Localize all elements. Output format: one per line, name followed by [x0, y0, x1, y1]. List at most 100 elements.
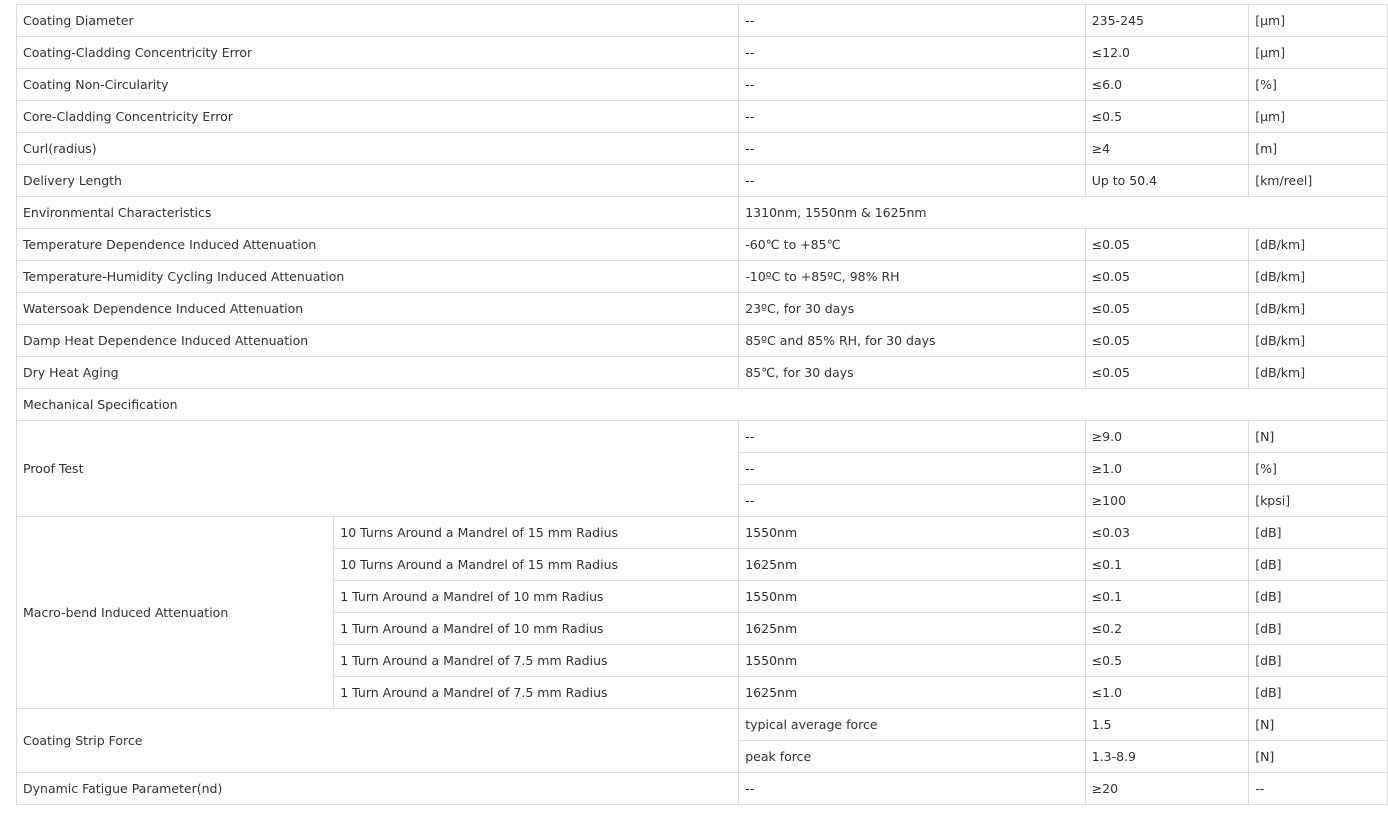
condition-cell: -60℃ to +85℃ — [738, 228, 1086, 261]
value-cell: ≥20 — [1084, 772, 1250, 805]
value-cell: ≤0.5 — [1084, 644, 1250, 677]
param-cell: Temperature Dependence Induced Attenuati… — [15, 228, 740, 261]
param-cell: Watersoak Dependence Induced Attenuation — [15, 292, 740, 325]
unit-cell: [μm] — [1248, 36, 1388, 69]
unit-cell: [kpsi] — [1248, 484, 1388, 517]
table-row: Coating-Cladding Concentricity Error -- … — [15, 36, 1388, 69]
table-row: Temperature-Humidity Cycling Induced Att… — [15, 260, 1388, 293]
param-cell: Coating Diameter — [15, 4, 740, 37]
unit-cell: [N] — [1248, 740, 1388, 773]
table-row: Dynamic Fatigue Parameter(nd) -- ≥20 -- — [15, 772, 1388, 805]
wavelengths-cell: 1310nm, 1550nm & 1625nm — [738, 196, 1388, 229]
value-cell: ≤12.0 — [1084, 36, 1250, 69]
condition-cell: -- — [738, 4, 1086, 37]
condition-cell: 1625nm — [738, 548, 1086, 581]
section-title: Environmental Characteristics — [15, 196, 740, 229]
value-cell: ≥9.0 — [1084, 420, 1250, 453]
unit-cell: [%] — [1248, 452, 1388, 485]
unit-cell: [km/reel] — [1248, 164, 1388, 197]
section-title: Mechanical Specification — [16, 388, 1388, 421]
unit-cell: [%] — [1248, 68, 1388, 101]
param-cell: Dry Heat Aging — [15, 356, 740, 389]
table-row: Delivery Length -- Up to 50.4 [km/reel] — [15, 164, 1388, 197]
value-cell: ≤0.1 — [1084, 548, 1250, 581]
unit-cell: [dB/km] — [1248, 292, 1388, 325]
value-cell: ≤0.05 — [1084, 356, 1250, 389]
value-cell: ≤0.03 — [1084, 516, 1250, 549]
condition-cell: -- — [738, 452, 1086, 485]
table-row: Temperature Dependence Induced Attenuati… — [15, 228, 1388, 261]
unit-cell: [N] — [1248, 708, 1388, 741]
unit-cell: [dB/km] — [1248, 260, 1388, 293]
value-cell: ≥100 — [1084, 484, 1250, 517]
condition-cell: -- — [738, 132, 1086, 165]
value-cell: ≥1.0 — [1084, 452, 1250, 485]
unit-cell: [μm] — [1248, 100, 1388, 133]
condition-cell: 1550nm — [738, 644, 1086, 677]
sub-param-cell: 1 Turn Around a Mandrel of 7.5 mm Radius — [333, 676, 740, 709]
unit-cell: [dB/km] — [1248, 228, 1388, 261]
page: Coating Diameter -- 235-245 [μm] Coating… — [0, 0, 1388, 823]
unit-cell: [m] — [1248, 132, 1388, 165]
condition-cell: peak force — [738, 740, 1086, 773]
param-cell: Coating-Cladding Concentricity Error — [15, 36, 740, 69]
unit-cell: [dB] — [1248, 644, 1388, 677]
sub-param-cell: 1 Turn Around a Mandrel of 10 mm Radius — [333, 580, 740, 613]
condition-cell: -- — [738, 68, 1086, 101]
table-row: Watersoak Dependence Induced Attenuation… — [15, 292, 1388, 325]
table-row: Coating Strip Force typical average forc… — [15, 708, 1388, 773]
value-cell: ≤0.05 — [1084, 324, 1250, 357]
table-row: Dry Heat Aging 85℃, for 30 days ≤0.05 [d… — [15, 356, 1388, 389]
value-cell: ≤6.0 — [1084, 68, 1250, 101]
unit-cell: [dB] — [1248, 580, 1388, 613]
param-cell-strip-force: Coating Strip Force — [15, 708, 740, 773]
sub-param-cell: 10 Turns Around a Mandrel of 15 mm Radiu… — [333, 548, 740, 581]
table-row: Damp Heat Dependence Induced Attenuation… — [15, 324, 1388, 357]
unit-cell: [dB] — [1248, 612, 1388, 645]
spec-table: Coating Diameter -- 235-245 [μm] Coating… — [15, 4, 1388, 805]
param-cell: Temperature-Humidity Cycling Induced Att… — [15, 260, 740, 293]
value-cell: ≤0.05 — [1084, 260, 1250, 293]
condition-cell: -- — [738, 484, 1086, 517]
value-cell: ≥4 — [1084, 132, 1250, 165]
param-cell: Damp Heat Dependence Induced Attenuation — [15, 324, 740, 357]
unit-cell: [dB] — [1248, 676, 1388, 709]
sub-param-cell: 1 Turn Around a Mandrel of 7.5 mm Radius — [333, 644, 740, 677]
value-cell: ≤1.0 — [1084, 676, 1250, 709]
table-row: Proof Test -- ≥9.0 [N] — [15, 420, 1388, 517]
value-cell: 1.5 — [1084, 708, 1250, 741]
condition-cell: -- — [738, 100, 1086, 133]
unit-cell: [dB/km] — [1248, 356, 1388, 389]
condition-cell: typical average force — [738, 708, 1086, 741]
value-cell: ≤0.1 — [1084, 580, 1250, 613]
value-cell: 235-245 — [1084, 4, 1250, 37]
param-cell-proof-test: Proof Test — [15, 420, 740, 517]
table-row: Macro-bend Induced Attenuation 10 Turns … — [15, 516, 1388, 709]
value-cell: ≤0.5 — [1084, 100, 1250, 133]
condition-cell: 1550nm — [738, 580, 1086, 613]
condition-cell: 85ºC and 85% RH, for 30 days — [738, 324, 1086, 357]
section-row-mechanical: Mechanical Specification — [16, 388, 1388, 421]
condition-cell: -- — [738, 164, 1086, 197]
unit-cell: [μm] — [1248, 4, 1388, 37]
sub-param-cell: 10 Turns Around a Mandrel of 15 mm Radiu… — [333, 516, 740, 549]
unit-cell: [dB/km] — [1248, 324, 1388, 357]
unit-cell: -- — [1248, 772, 1388, 805]
unit-cell: [dB] — [1248, 548, 1388, 581]
condition-cell: 85℃, for 30 days — [738, 356, 1086, 389]
unit-cell: [dB] — [1248, 516, 1388, 549]
condition-cell: -- — [738, 420, 1086, 453]
condition-cell: -10ºC to +85ºC, 98% RH — [738, 260, 1086, 293]
table-row: Coating Diameter -- 235-245 [μm] — [15, 4, 1388, 37]
section-row-environmental: Environmental Characteristics 1310nm, 15… — [15, 196, 1388, 229]
table-row: Curl(radius) -- ≥4 [m] — [15, 132, 1388, 165]
condition-cell: 23ºC, for 30 days — [738, 292, 1086, 325]
condition-cell: -- — [738, 36, 1086, 69]
condition-cell: 1625nm — [738, 676, 1086, 709]
value-cell: ≤0.05 — [1084, 228, 1250, 261]
param-cell: Dynamic Fatigue Parameter(nd) — [15, 772, 740, 805]
param-cell: Delivery Length — [15, 164, 740, 197]
value-cell: ≤0.05 — [1084, 292, 1250, 325]
condition-cell: 1625nm — [738, 612, 1086, 645]
param-cell-macro-bend: Macro-bend Induced Attenuation — [15, 516, 335, 709]
